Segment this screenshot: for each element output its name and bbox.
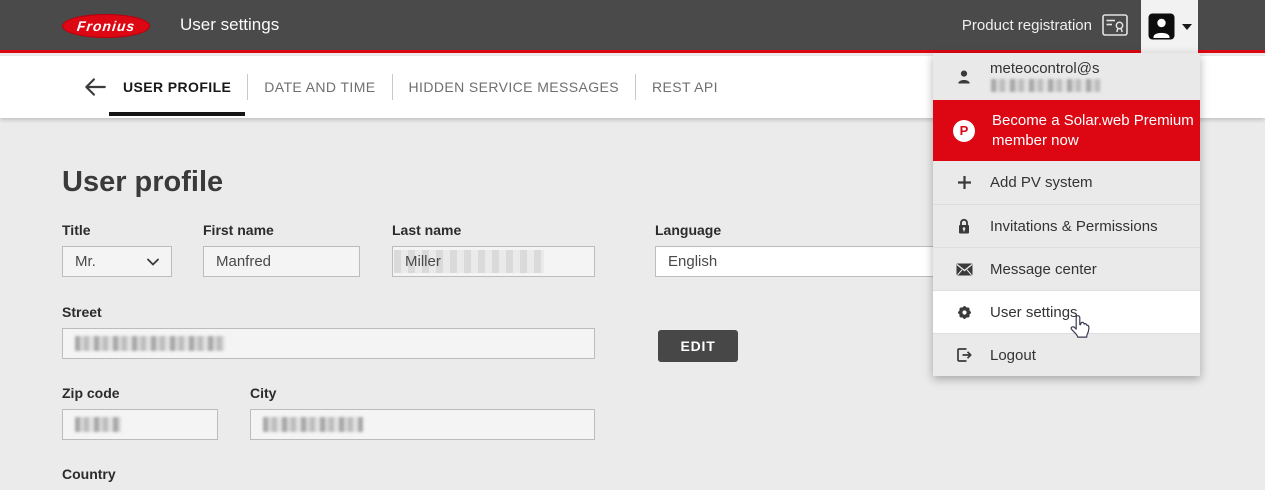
title-value: Mr. [75, 253, 96, 270]
redacted-value [991, 79, 1101, 92]
account-menu-button[interactable] [1141, 0, 1198, 53]
back-arrow-icon[interactable] [82, 74, 108, 100]
menu-item-message-center[interactable]: Message center [933, 247, 1200, 290]
lock-icon [955, 218, 973, 235]
menu-item-premium[interactable]: P Become a Solar.web Premium member now [933, 100, 1200, 161]
menu-item-label: Message center [990, 261, 1097, 278]
person-icon [955, 69, 973, 85]
street-label: Street [62, 304, 595, 320]
title-select[interactable]: Mr. [62, 246, 172, 277]
edit-button[interactable]: EDIT [658, 330, 738, 362]
street-field-group: Street [62, 304, 595, 359]
account-email: meteocontrol@s [990, 60, 1200, 94]
first-name-label: First name [203, 222, 360, 238]
language-field-group: Language English [655, 222, 935, 277]
zip-code-field-group: Zip code [62, 385, 218, 440]
city-field-group: City [250, 385, 595, 440]
menu-item-label: User settings [990, 304, 1078, 321]
screen: Fronius User settings Product registrati… [0, 0, 1265, 490]
first-name-value: Manfred [216, 253, 271, 270]
redacted-value [263, 417, 363, 432]
country-label: Country [62, 466, 116, 482]
user-avatar-icon [1148, 13, 1175, 40]
last-name-value: Miller [405, 253, 441, 270]
menu-item-label: Add PV system [990, 174, 1093, 191]
fronius-logo[interactable]: Fronius [62, 14, 150, 38]
redacted-value [75, 417, 121, 432]
menu-item-label: Become a Solar.web Premium member now [992, 111, 1197, 151]
menu-item-add-pv-system[interactable]: Add PV system [933, 161, 1200, 204]
section-heading: User profile [62, 166, 223, 199]
redacted-value [75, 336, 225, 351]
language-value: English [668, 253, 717, 270]
select-chevron-icon [147, 258, 159, 266]
premium-badge-p-icon: P [953, 120, 975, 142]
fronius-logo-text: Fronius [76, 18, 136, 34]
menu-item-logout[interactable]: Logout [933, 333, 1200, 376]
tab-user-profile[interactable]: USER PROFILE [107, 56, 247, 118]
gear-icon [955, 304, 973, 321]
last-name-field-group: Last name Miller [392, 222, 595, 277]
menu-item-invitations-permissions[interactable]: Invitations & Permissions [933, 204, 1200, 247]
last-name-label: Last name [392, 222, 595, 238]
plus-icon [955, 175, 973, 190]
tab-rest-api[interactable]: REST API [636, 56, 734, 118]
app-header: Fronius User settings Product registrati… [0, 0, 1265, 53]
page-title: User settings [180, 0, 279, 50]
product-registration-label: Product registration [962, 17, 1092, 34]
envelope-icon [955, 263, 973, 276]
chevron-down-icon [1182, 24, 1192, 30]
product-registration-link[interactable]: Product registration [962, 0, 1128, 50]
menu-item-label: Invitations & Permissions [990, 218, 1158, 235]
first-name-input[interactable]: Manfred [203, 246, 360, 277]
zip-code-input[interactable] [62, 409, 218, 440]
title-label: Title [62, 222, 172, 238]
menu-item-account-email[interactable]: meteocontrol@s [933, 53, 1200, 100]
language-label: Language [655, 222, 935, 238]
account-dropdown-menu: meteocontrol@s P Become a Solar.web Prem… [933, 53, 1200, 376]
menu-item-user-settings[interactable]: User settings [933, 290, 1200, 333]
tab-list: USER PROFILE DATE AND TIME HIDDEN SERVIC… [107, 56, 734, 118]
menu-item-label: Logout [990, 347, 1036, 364]
language-input[interactable]: English [655, 246, 935, 277]
street-input[interactable] [62, 328, 595, 359]
certificate-icon [1102, 14, 1128, 36]
first-name-field-group: First name Manfred [203, 222, 360, 277]
tab-hidden-service-messages[interactable]: HIDDEN SERVICE MESSAGES [393, 56, 635, 118]
title-field-group: Title Mr. [62, 222, 172, 277]
logout-icon [955, 347, 973, 363]
city-label: City [250, 385, 595, 401]
tab-date-and-time[interactable]: DATE AND TIME [248, 56, 391, 118]
zip-code-label: Zip code [62, 385, 218, 401]
city-input[interactable] [250, 409, 595, 440]
last-name-input[interactable]: Miller [392, 246, 595, 277]
